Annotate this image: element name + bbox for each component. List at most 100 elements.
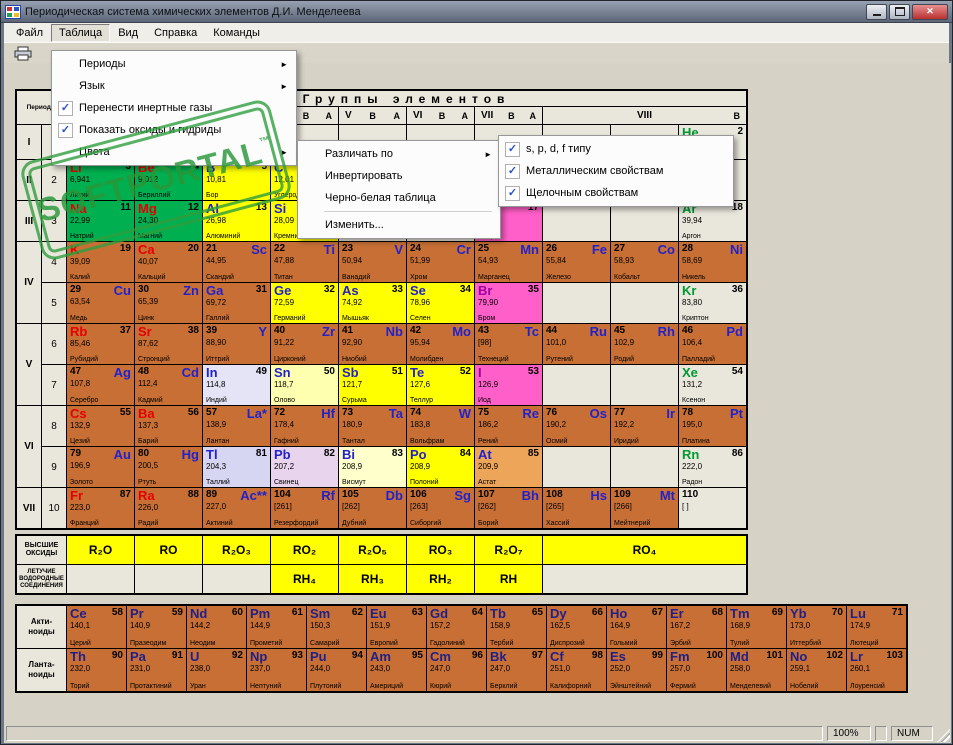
element-Db[interactable]: 105 [262] Db Дубний	[339, 488, 406, 528]
element-Hf[interactable]: 72 178,4 Hf Гафний	[271, 406, 338, 446]
element-Tm[interactable]: Tm 168,9 69 Тулий	[727, 606, 786, 648]
element-Os[interactable]: 76 190,2 Os Осмий	[543, 406, 610, 446]
element-La*[interactable]: 57 138,9 La* Лантан	[203, 406, 270, 446]
element-Np[interactable]: Np 237,0 93 Нептуний	[247, 649, 306, 691]
element-Nd[interactable]: Nd 144,2 60 Неодим	[187, 606, 246, 648]
element-Fm[interactable]: Fm 257,0 100 Фермий	[667, 649, 726, 691]
menu-item-spdf-type[interactable]: ✓ s, p, d, f типу	[501, 138, 731, 160]
element-Sb[interactable]: Sb 121,7 51 Сурьма	[339, 365, 406, 405]
menubar-item-help[interactable]: Справка	[146, 24, 205, 42]
element-Br[interactable]: Br 79,90 35 Бром	[475, 283, 542, 323]
element-Md[interactable]: Md 258,0 101 Менделевий	[727, 649, 786, 691]
element-Hs[interactable]: 108 [265] Hs Хассий	[543, 488, 610, 528]
element-As[interactable]: As 74,92 33 Мышьяк	[339, 283, 406, 323]
element-Mt[interactable]: 109 [266] Mt Мейтнерий	[611, 488, 678, 528]
element-Ti[interactable]: 22 47,88 Ti Титан	[271, 242, 338, 282]
element-Ag[interactable]: 47 107,8 Ag Серебро	[67, 365, 134, 405]
menu-item-change[interactable]: Изменить...	[300, 214, 498, 236]
element-Ga[interactable]: Ga 69,72 31 Галлий	[203, 283, 270, 323]
element-Cf[interactable]: Cf 251,0 98 Калифорний	[547, 649, 606, 691]
element-Lr[interactable]: Lr 260,1 103 Лоуренсий	[847, 649, 906, 691]
element-Cs[interactable]: Cs 132,9 55 Цезий	[67, 406, 134, 446]
element-Bi[interactable]: Bi 208,9 83 Висмут	[339, 447, 406, 487]
element-Tl[interactable]: Tl 204,3 81 Таллий	[203, 447, 270, 487]
element-Cr[interactable]: 24 51,99 Cr Хром	[407, 242, 474, 282]
element-I[interactable]: I 126,9 53 Иод	[475, 365, 542, 405]
element-Rb[interactable]: Rb 85,46 37 Рубидий	[67, 324, 134, 364]
minimize-button[interactable]	[866, 3, 887, 20]
element-Rn[interactable]: Rn 222,0 86 Радон	[679, 447, 746, 487]
element-Ba[interactable]: Ba 137,3 56 Барий	[135, 406, 202, 446]
element-Cd[interactable]: 48 112,4 Cd Кадмий	[135, 365, 202, 405]
close-button[interactable]: ✕	[912, 3, 948, 20]
element-Am[interactable]: Am 243,0 95 Америций	[367, 649, 426, 691]
element-Ru[interactable]: 44 101,0 Ru Рутений	[543, 324, 610, 364]
element-Ni[interactable]: 28 58,69 Ni Никель	[679, 242, 746, 282]
element-Es[interactable]: Es 252,0 99 Эйнштейний	[607, 649, 666, 691]
element-No[interactable]: No 259,1 102 Нобелий	[787, 649, 846, 691]
menubar-item-file[interactable]: Файл	[8, 24, 51, 42]
element-Pm[interactable]: Pm 144,9 61 Прометий	[247, 606, 306, 648]
element-Zn[interactable]: 30 65,39 Zn Цинк	[135, 283, 202, 323]
element-Zr[interactable]: 40 91,22 Zr Цирконий	[271, 324, 338, 364]
element-Th[interactable]: Th 232,0 90 Торий	[67, 649, 126, 691]
element-Tb[interactable]: Tb 158,9 65 Тербий	[487, 606, 546, 648]
menubar-item-table[interactable]: Таблица	[51, 23, 111, 42]
element-Yb[interactable]: Yb 173,0 70 Иттербий	[787, 606, 846, 648]
element-Ir[interactable]: 77 192,2 Ir Иридий	[611, 406, 678, 446]
element-Sn[interactable]: Sn 118,7 50 Олово	[271, 365, 338, 405]
element-In[interactable]: In 114,8 49 Индий	[203, 365, 270, 405]
element-110[interactable]: 110[ ]	[679, 488, 746, 528]
menu-item-invert[interactable]: Инвертировать	[300, 165, 498, 187]
menubar-item-commands[interactable]: Команды	[205, 24, 268, 42]
element-U[interactable]: U 238,0 92 Уран	[187, 649, 246, 691]
element-Fe[interactable]: 26 55,84 Fe Железо	[543, 242, 610, 282]
element-Pa[interactable]: Pa 231,0 91 Протактиний	[127, 649, 186, 691]
element-Pd[interactable]: 46 106,4 Pd Палладий	[679, 324, 746, 364]
menu-item-distinguish-by[interactable]: Различать по ►	[300, 143, 498, 165]
element-At[interactable]: At 209,9 85 Астат	[475, 447, 542, 487]
element-Sg[interactable]: 106 [263] Sg Сиборгий	[407, 488, 474, 528]
element-Nb[interactable]: 41 92,90 Nb Ниобий	[339, 324, 406, 364]
element-Sr[interactable]: Sr 87,62 38 Стронций	[135, 324, 202, 364]
print-button[interactable]	[10, 45, 36, 63]
element-Re[interactable]: 75 186,2 Re Рений	[475, 406, 542, 446]
element-Se[interactable]: Se 78,96 34 Селен	[407, 283, 474, 323]
element-Ra[interactable]: Ra 226,0 88 Радий	[135, 488, 202, 528]
element-Fr[interactable]: Fr 223,0 87 Франций	[67, 488, 134, 528]
element-Ge[interactable]: Ge 72,59 32 Германий	[271, 283, 338, 323]
menu-item-alkaline-properties[interactable]: ✓ Щелочным свойствам	[501, 182, 731, 204]
element-Pb[interactable]: Pb 207,2 82 Свинец	[271, 447, 338, 487]
element-Mn[interactable]: 25 54,93 Mn Марганец	[475, 242, 542, 282]
element-Er[interactable]: Er 167,2 68 Эрбий	[667, 606, 726, 648]
element-Ta[interactable]: 73 180,9 Ta Тантал	[339, 406, 406, 446]
element-Ho[interactable]: Ho 164,9 67 Гольмий	[607, 606, 666, 648]
element-Pr[interactable]: Pr 140,9 59 Празеодим	[127, 606, 186, 648]
element-Cu[interactable]: 29 63,54 Cu Медь	[67, 283, 134, 323]
element-Mo[interactable]: 42 95,94 Mo Молибден	[407, 324, 474, 364]
menu-item-language[interactable]: Язык ►	[54, 75, 294, 97]
maximize-button[interactable]	[889, 3, 910, 20]
element-Xe[interactable]: Xe 131,2 54 Ксенон	[679, 365, 746, 405]
menubar-item-view[interactable]: Вид	[110, 24, 146, 42]
element-Ac**[interactable]: 89 227,0 Ac** Актиний	[203, 488, 270, 528]
element-Gd[interactable]: Gd 157,2 64 Гадолиний	[427, 606, 486, 648]
element-Rf[interactable]: 104 [261] Rf Резерфордий	[271, 488, 338, 528]
resize-grip[interactable]	[937, 729, 950, 742]
element-Kr[interactable]: Kr 83,80 36 Криптон	[679, 283, 746, 323]
element-Cm[interactable]: Cm 247,0 96 Кюрий	[427, 649, 486, 691]
element-Tc[interactable]: 43 [98] Tc Технеций	[475, 324, 542, 364]
element-Eu[interactable]: Eu 151,9 63 Европий	[367, 606, 426, 648]
element-Po[interactable]: Po 208,9 84 Полоний	[407, 447, 474, 487]
menu-item-metallic-properties[interactable]: ✓ Металлическим свойствам	[501, 160, 731, 182]
element-Ce[interactable]: Ce 140,1 58 Церий	[67, 606, 126, 648]
element-Ca[interactable]: Ca 40,07 20 Кальций	[135, 242, 202, 282]
element-Ar[interactable]: Ar 39,94 18 Аргон	[679, 201, 746, 241]
element-Lu[interactable]: Lu 174,9 71 Лютеций	[847, 606, 906, 648]
element-Rh[interactable]: 45 102,9 Rh Родий	[611, 324, 678, 364]
menu-item-periods[interactable]: Периоды ►	[54, 53, 294, 75]
menu-item-bw-table[interactable]: Черно-белая таблица	[300, 187, 498, 209]
element-Bk[interactable]: Bk 247,0 97 Берклий	[487, 649, 546, 691]
element-Pu[interactable]: Pu 244,0 94 Плутоний	[307, 649, 366, 691]
element-Sm[interactable]: Sm 150,3 62 Самарий	[307, 606, 366, 648]
